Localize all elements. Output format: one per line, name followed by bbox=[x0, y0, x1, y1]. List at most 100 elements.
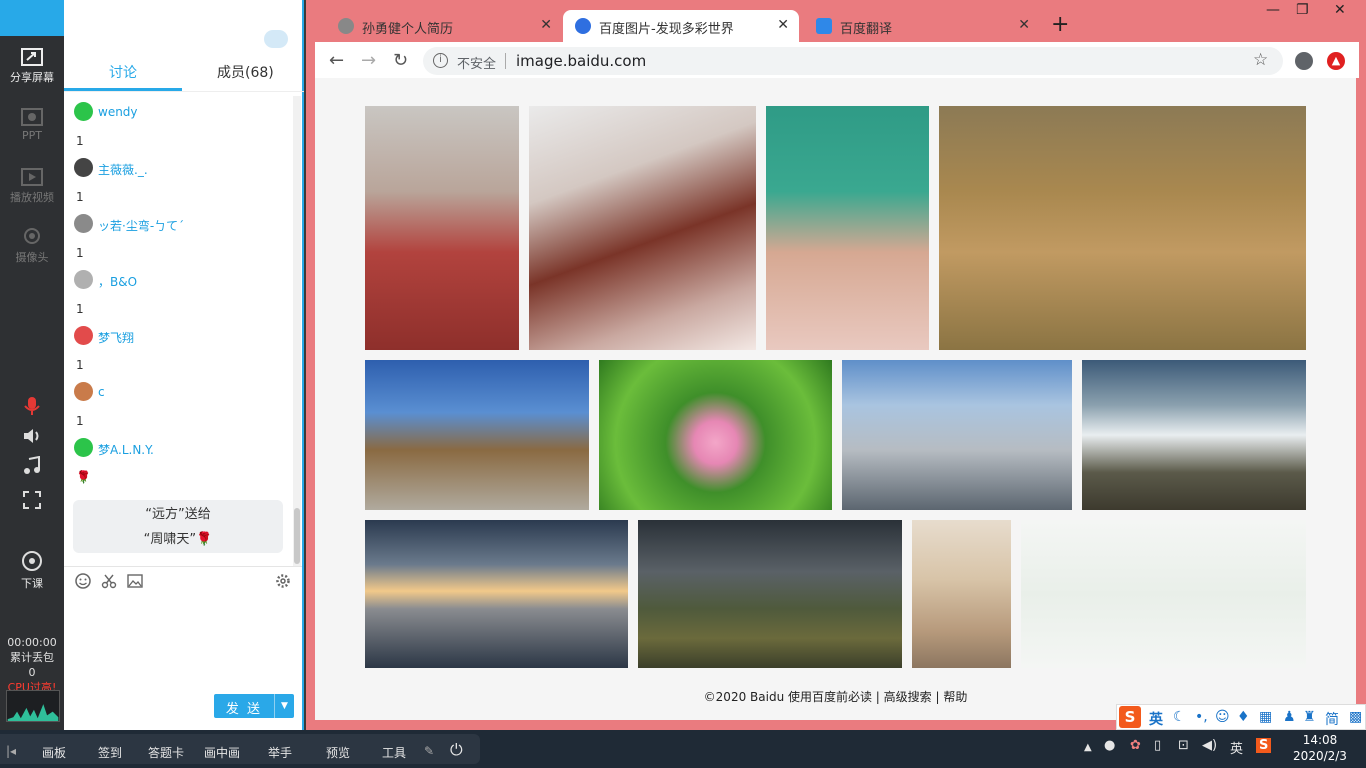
tab-title: 百度图片-发现多彩世界 bbox=[599, 22, 734, 37]
network-icon[interactable]: ⊡ bbox=[1178, 738, 1189, 753]
play-video-button[interactable]: 播放视频 bbox=[0, 168, 64, 205]
gallery-image-lions[interactable] bbox=[939, 106, 1306, 350]
end-class-button[interactable]: 下课 bbox=[0, 548, 64, 591]
gallery-image-viaduct[interactable] bbox=[638, 520, 902, 668]
power-icon[interactable]: ⏻ bbox=[450, 740, 463, 760]
share-screen-button[interactable]: 分享屏幕 bbox=[0, 48, 64, 85]
new-tab-button[interactable]: + bbox=[1051, 12, 1069, 37]
url-text[interactable]: image.baidu.com bbox=[516, 52, 646, 70]
emoji-icon[interactable] bbox=[75, 573, 91, 589]
avatar bbox=[74, 270, 93, 289]
avatar bbox=[74, 214, 93, 233]
skin-icon[interactable]: ♜ bbox=[1303, 709, 1316, 725]
stats-block: 00:00:00 累计丢包 0 CPU过高! bbox=[0, 635, 64, 695]
device-icon[interactable]: ▯ bbox=[1154, 738, 1161, 753]
close-tab-icon[interactable]: ✕ bbox=[1018, 17, 1030, 33]
taskbar-item-signin[interactable]: 签到 bbox=[98, 744, 122, 761]
sender-name[interactable]: 梦A.L.N.Y. bbox=[98, 441, 154, 458]
sender-name[interactable]: ，B&O bbox=[98, 273, 137, 290]
sender-name[interactable]: 主薇薇._. bbox=[98, 161, 148, 178]
gallery-image-woman-bottle[interactable] bbox=[529, 106, 756, 350]
keyboard-icon[interactable]: ▦ bbox=[1259, 709, 1272, 725]
scroll-thumb[interactable] bbox=[294, 508, 300, 564]
account-icon[interactable] bbox=[1295, 52, 1313, 70]
forward-icon[interactable]: → bbox=[361, 50, 376, 71]
emoji-icon[interactable]: ☺ bbox=[1215, 709, 1230, 725]
video-icon bbox=[21, 168, 43, 186]
taskbar-item-pip[interactable]: 画中画 bbox=[204, 744, 240, 761]
close-tab-icon[interactable]: ✕ bbox=[777, 17, 789, 33]
close-window-icon[interactable]: ✕ bbox=[1334, 2, 1346, 18]
taskbar-item-raise-hand[interactable]: 举手 bbox=[268, 744, 292, 761]
taskbar-item-preview[interactable]: 预览 bbox=[326, 744, 350, 761]
moon-icon[interactable]: ☾ bbox=[1173, 709, 1186, 725]
close-tab-icon[interactable]: ✕ bbox=[540, 17, 552, 33]
gallery-image-mountain-sheep[interactable] bbox=[1082, 360, 1306, 510]
ime-mode[interactable]: 英 bbox=[1149, 709, 1163, 729]
sogou-tray-icon[interactable]: S bbox=[1256, 738, 1272, 753]
scissors-icon[interactable] bbox=[101, 573, 117, 589]
sogou-icon[interactable]: S bbox=[1119, 706, 1141, 728]
sender-name[interactable]: c bbox=[98, 385, 105, 399]
simplified-icon[interactable]: 简 bbox=[1325, 709, 1339, 729]
send-button[interactable]: 发 送 ▼ bbox=[214, 694, 294, 718]
chat-tabs: 讨论 成员(68) bbox=[64, 52, 304, 92]
announce-icon[interactable] bbox=[264, 30, 288, 48]
avatar bbox=[74, 102, 93, 121]
tray-expand-icon[interactable]: ▲ bbox=[1084, 742, 1092, 753]
reload-icon[interactable]: ↻ bbox=[393, 50, 408, 71]
minimize-icon[interactable]: — bbox=[1266, 2, 1280, 18]
maximize-icon[interactable]: ❐ bbox=[1296, 2, 1309, 18]
tab-baidu-image[interactable]: 百度图片-发现多彩世界 ✕ bbox=[563, 10, 799, 42]
ppt-label: PPT bbox=[22, 129, 42, 142]
sender-name[interactable]: wendy bbox=[98, 105, 138, 119]
taskbar-item-tools[interactable]: 工具 bbox=[382, 744, 406, 761]
gallery-image-lotus[interactable] bbox=[599, 360, 832, 510]
gallery-image-ink-sketch[interactable] bbox=[1021, 520, 1306, 668]
punctuation-icon[interactable]: •, bbox=[1195, 709, 1208, 725]
gallery-image-skyscrapers[interactable] bbox=[842, 360, 1072, 510]
gallery-image-runners[interactable] bbox=[365, 106, 519, 350]
clock-date: 2020/2/3 bbox=[1293, 749, 1347, 763]
tab-baidu-translate[interactable]: 百度翻译 ✕ bbox=[804, 10, 1040, 42]
camera-button[interactable]: 摄像头 bbox=[0, 228, 64, 265]
volume-icon[interactable]: ◀) bbox=[1202, 738, 1217, 753]
taskbar-item-whiteboard[interactable]: 画板 bbox=[42, 744, 66, 761]
image-icon[interactable] bbox=[127, 573, 143, 589]
tab-title: 百度翻译 bbox=[840, 22, 893, 37]
bookmark-star-icon[interactable]: ☆ bbox=[1253, 50, 1268, 70]
tray-app-icon[interactable]: ✿ bbox=[1130, 738, 1141, 753]
voice-icon[interactable]: ♦ bbox=[1237, 709, 1250, 725]
gallery-image-city-street[interactable] bbox=[912, 520, 1011, 668]
info-icon[interactable]: i bbox=[433, 53, 448, 68]
back-icon[interactable]: ← bbox=[329, 50, 344, 71]
pen-icon[interactable]: ✎ bbox=[424, 744, 434, 758]
toolbox-icon[interactable]: ▩ bbox=[1349, 709, 1362, 725]
tab-discussion[interactable]: 讨论 bbox=[109, 62, 137, 82]
microphone-icon[interactable] bbox=[22, 396, 42, 416]
collapse-icon[interactable]: |◂ bbox=[6, 744, 16, 758]
gallery-image-houses[interactable] bbox=[365, 360, 589, 510]
fullscreen-icon[interactable] bbox=[22, 490, 42, 510]
taskbar-item-answer-card[interactable]: 答题卡 bbox=[148, 744, 184, 761]
message-list: wendy 1 主薇薇._. 1 ッ若·尘弯-ㄅて´ 1 ，B&O 1 梦飞翔 … bbox=[64, 96, 292, 496]
sender-name[interactable]: ッ若·尘弯-ㄅて´ bbox=[98, 217, 184, 234]
clock[interactable]: 14:08 2020/2/3 bbox=[1290, 732, 1350, 764]
settings-icon[interactable] bbox=[275, 573, 291, 589]
send-options-dropdown[interactable]: ▼ bbox=[274, 694, 294, 718]
gallery-image-sunset-frame[interactable] bbox=[365, 520, 628, 668]
extension-icon[interactable]: ▲ bbox=[1327, 52, 1345, 70]
speaker-icon[interactable] bbox=[22, 426, 42, 446]
user-icon[interactable]: ♟ bbox=[1283, 709, 1296, 725]
sender-name[interactable]: 梦飞翔 bbox=[98, 329, 134, 346]
qq-icon[interactable]: ● bbox=[1104, 738, 1115, 753]
music-icon[interactable] bbox=[22, 456, 42, 476]
ppt-button[interactable]: PPT bbox=[0, 108, 64, 142]
tray-lang[interactable]: 英 bbox=[1230, 738, 1243, 757]
avatar bbox=[74, 438, 93, 457]
tab-resume[interactable]: 孙勇健个人简历 ✕ bbox=[326, 10, 562, 42]
gallery-image-girl-pink-balls[interactable] bbox=[766, 106, 929, 350]
chat-scrollbar[interactable] bbox=[293, 96, 301, 566]
tab-members[interactable]: 成员(68) bbox=[217, 62, 274, 82]
address-bar[interactable]: i 不安全 image.baidu.com bbox=[423, 47, 1283, 75]
